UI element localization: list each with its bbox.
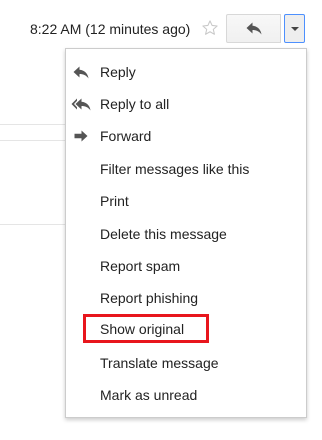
menu-item-label: Forward	[100, 128, 152, 144]
menu-item-filter-messages[interactable]: Filter messages like this	[66, 153, 306, 185]
menu-item-label: Print	[100, 193, 129, 209]
menu-item-mark-unread[interactable]: Mark as unread	[66, 379, 306, 411]
menu-item-delete-message[interactable]: Delete this message	[66, 218, 306, 250]
background-divider	[0, 140, 65, 141]
reply-button[interactable]	[226, 14, 281, 43]
menu-item-translate-message[interactable]: Translate message	[66, 347, 306, 379]
message-actions-menu: Reply Reply to all Forward Filter messag…	[65, 48, 307, 418]
menu-item-forward[interactable]: Forward	[66, 120, 306, 152]
star-icon[interactable]	[199, 17, 221, 39]
background-divider	[0, 224, 65, 225]
menu-item-label: Reply	[100, 64, 136, 80]
menu-item-label: Translate message	[100, 355, 219, 371]
background-divider	[0, 124, 65, 125]
menu-item-reply-all[interactable]: Reply to all	[66, 88, 306, 120]
highlight-annotation-box	[83, 314, 209, 343]
menu-item-label: Filter messages like this	[100, 161, 250, 177]
menu-item-label: Report phishing	[100, 290, 199, 306]
reply-icon	[71, 64, 91, 80]
menu-item-report-spam[interactable]: Report spam	[66, 250, 306, 282]
menu-item-report-phishing[interactable]: Report phishing	[66, 282, 306, 314]
reply-all-icon	[71, 96, 91, 112]
reply-arrow-icon	[246, 22, 261, 35]
more-options-button[interactable]	[284, 14, 305, 43]
menu-item-reply[interactable]: Reply	[66, 56, 306, 88]
menu-item-label: Delete this message	[100, 226, 227, 242]
forward-icon	[71, 128, 91, 144]
menu-item-label: Mark as unread	[100, 387, 198, 403]
message-timestamp: 8:22 AM (12 minutes ago)	[30, 21, 191, 37]
menu-item-print[interactable]: Print	[66, 185, 306, 217]
menu-item-label: Report spam	[100, 258, 181, 274]
menu-item-label: Reply to all	[100, 96, 170, 112]
caret-down-icon	[290, 26, 299, 31]
